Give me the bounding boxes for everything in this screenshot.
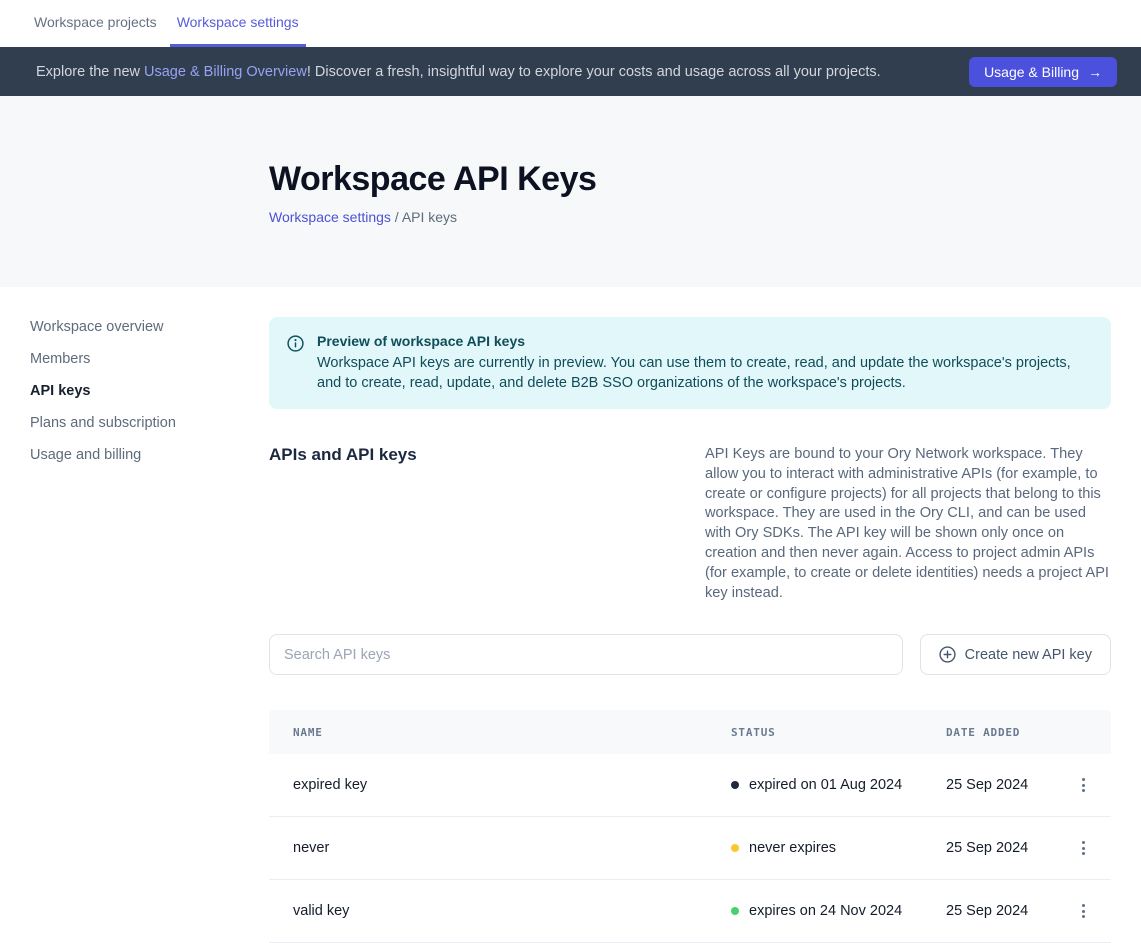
page-title: Workspace API Keys — [269, 160, 1141, 199]
top-navigation: Workspace projects Workspace settings — [0, 0, 1141, 47]
row-actions — [1056, 897, 1111, 925]
table-header-row: NAME STATUS DATE ADDED — [269, 710, 1111, 754]
sidebar-item-plans-and-subscription[interactable]: Plans and subscription — [30, 407, 269, 439]
section-description: API Keys are bound to your Ory Network w… — [705, 445, 1111, 603]
info-icon — [287, 335, 304, 352]
api-key-name: never — [269, 840, 731, 856]
breadcrumb-separator: / — [391, 209, 402, 225]
usage-billing-overview-link[interactable]: Usage & Billing Overview — [144, 64, 307, 80]
row-menu-kebab-icon[interactable] — [1070, 897, 1098, 925]
status-text: expired on 01 Aug 2024 — [749, 777, 902, 793]
arrow-right-icon: → — [1088, 64, 1102, 80]
page-header: Workspace API Keys Workspace settings / … — [0, 96, 1141, 287]
row-actions — [1056, 771, 1111, 799]
sidebar-item-members[interactable]: Members — [30, 343, 269, 375]
sidebar-item-workspace-overview[interactable]: Workspace overview — [30, 311, 269, 343]
status-dot-icon — [731, 907, 739, 915]
api-key-status: expires on 24 Nov 2024 — [731, 903, 946, 919]
row-actions — [1056, 834, 1111, 862]
table-row: expired key expired on 01 Aug 2024 25 Se… — [269, 754, 1111, 817]
table-row: valid key expires on 24 Nov 2024 25 Sep … — [269, 880, 1111, 943]
breadcrumb: Workspace settings / API keys — [269, 209, 1141, 225]
status-text: expires on 24 Nov 2024 — [749, 903, 902, 919]
plus-circle-icon — [939, 646, 956, 663]
column-header-status: STATUS — [731, 726, 946, 739]
main-panel: Preview of workspace API keys Workspace … — [269, 287, 1111, 943]
api-key-status: expired on 01 Aug 2024 — [731, 777, 946, 793]
api-key-name: expired key — [269, 777, 731, 793]
announcement-banner: Explore the new Usage & Billing Overview… — [0, 47, 1141, 96]
create-api-key-button[interactable]: Create new API key — [920, 634, 1111, 675]
banner-text-after: ! Discover a fresh, insightful way to ex… — [307, 64, 881, 80]
usage-billing-button[interactable]: Usage & Billing → — [969, 57, 1117, 87]
api-keys-section: APIs and API keys API Keys are bound to … — [269, 445, 1111, 603]
column-header-name: NAME — [269, 726, 731, 739]
preview-info-alert: Preview of workspace API keys Workspace … — [269, 317, 1111, 409]
breadcrumb-current: API keys — [402, 209, 457, 225]
sidebar-item-usage-and-billing[interactable]: Usage and billing — [30, 439, 269, 471]
tab-workspace-settings[interactable]: Workspace settings — [170, 0, 306, 47]
banner-text: Explore the new Usage & Billing Overview… — [36, 64, 881, 80]
status-text: never expires — [749, 840, 836, 856]
content-area: Workspace overview Members API keys Plan… — [0, 287, 1141, 943]
section-heading: APIs and API keys — [269, 445, 417, 603]
api-keys-table: NAME STATUS DATE ADDED expired key expir… — [269, 710, 1111, 943]
api-keys-toolbar: Create new API key — [269, 634, 1111, 675]
alert-content: Preview of workspace API keys Workspace … — [317, 333, 1087, 393]
row-menu-kebab-icon[interactable] — [1070, 834, 1098, 862]
api-key-status: never expires — [731, 840, 946, 856]
settings-sidebar: Workspace overview Members API keys Plan… — [30, 287, 269, 943]
search-input[interactable] — [269, 634, 903, 675]
create-api-key-button-label: Create new API key — [965, 647, 1092, 663]
column-header-date-added: DATE ADDED — [946, 726, 1056, 739]
table-row: never never expires 25 Sep 2024 — [269, 817, 1111, 880]
tab-workspace-projects[interactable]: Workspace projects — [27, 0, 164, 47]
row-menu-kebab-icon[interactable] — [1070, 771, 1098, 799]
api-key-name: valid key — [269, 903, 731, 919]
usage-billing-button-label: Usage & Billing — [984, 64, 1079, 80]
alert-body: Workspace API keys are currently in prev… — [317, 354, 1087, 393]
banner-text-before: Explore the new — [36, 64, 144, 80]
status-dot-icon — [731, 781, 739, 789]
api-key-date-added: 25 Sep 2024 — [946, 777, 1056, 793]
api-key-date-added: 25 Sep 2024 — [946, 903, 1056, 919]
api-key-date-added: 25 Sep 2024 — [946, 840, 1056, 856]
alert-title: Preview of workspace API keys — [317, 333, 1087, 350]
status-dot-icon — [731, 844, 739, 852]
sidebar-item-api-keys[interactable]: API keys — [30, 375, 269, 407]
breadcrumb-workspace-settings-link[interactable]: Workspace settings — [269, 209, 391, 225]
